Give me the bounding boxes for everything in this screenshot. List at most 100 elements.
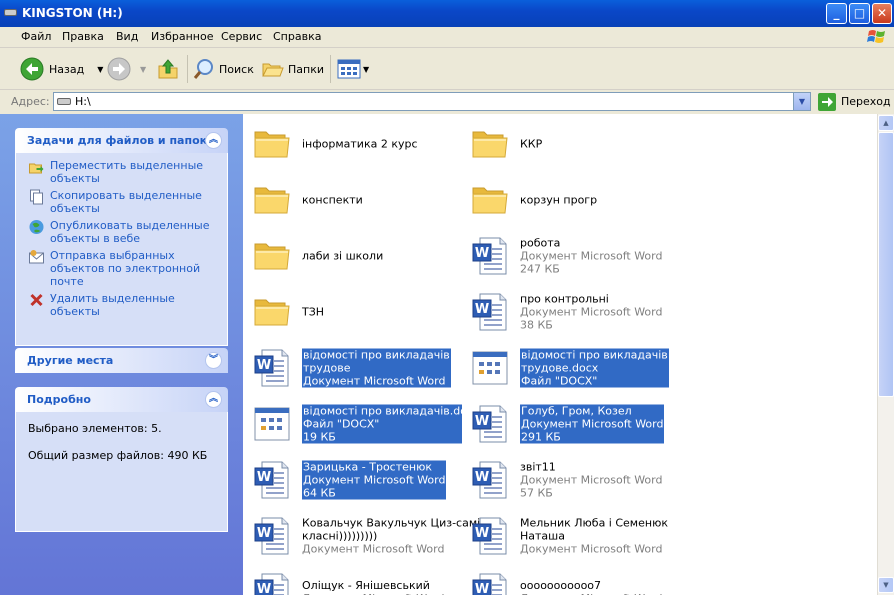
svg-text:W: W — [475, 526, 489, 541]
vertical-scrollbar[interactable]: ▲ ▼ — [877, 114, 894, 595]
folder-icon — [252, 124, 292, 164]
file-size: 19 КБ — [303, 430, 336, 444]
file-item[interactable]: Wвідомості про викладачів трудове Документ… — [246, 342, 456, 394]
expand-chevron-icon[interactable]: ︾ — [205, 352, 222, 369]
task-email[interactable]: Отправка выбранных объектов по электронн… — [28, 249, 219, 288]
file-label: відомості про викладачів трудове Документ … — [302, 348, 451, 388]
collapse-chevron-icon[interactable]: ︽ — [205, 132, 222, 149]
svg-text:W: W — [475, 582, 489, 595]
scroll-down-button[interactable]: ▼ — [878, 577, 894, 593]
scroll-thumb[interactable] — [878, 132, 894, 397]
address-dropdown-button[interactable]: ▼ — [793, 93, 810, 110]
collapse-chevron-icon[interactable]: ︽ — [205, 391, 222, 408]
menu-tools[interactable]: Сервис — [221, 30, 262, 43]
folder-item[interactable]: інформатика 2 курс — [246, 118, 456, 170]
file-item[interactable]: Wробота Документ Microsoft Word 247 КБ — [464, 230, 674, 282]
views-dropdown-icon[interactable]: ▼ — [363, 65, 369, 74]
svg-text:W: W — [475, 302, 489, 317]
file-label: ооооооооооо7Документ Microsoft Word — [520, 579, 662, 595]
docx-file-icon — [252, 404, 292, 444]
file-type: Документ Microsoft Word — [303, 473, 446, 487]
menu-help[interactable]: Справка — [273, 30, 321, 43]
task-pane: Задачи для файлов и папок ︽ Переместить … — [0, 114, 243, 595]
folder-item[interactable]: ТЗН — [246, 286, 456, 338]
close-button[interactable]: ✕ — [872, 3, 892, 24]
file-name-line2: Наташа — [520, 529, 565, 543]
file-label: інформатика 2 курс — [302, 138, 418, 151]
search-button[interactable]: Поиск — [192, 56, 254, 82]
folder-icon — [252, 236, 292, 276]
word-document-icon: W — [470, 292, 510, 332]
svg-text:W: W — [475, 470, 489, 485]
task-move-label: Переместить выделенные объекты — [50, 159, 204, 185]
delete-icon — [30, 293, 43, 307]
back-arrow-icon — [20, 57, 44, 81]
file-type: Документ Microsoft Word — [521, 417, 664, 431]
word-document-icon: W — [470, 572, 510, 595]
task-email-label: Отправка выбранных объектов по электронн… — [50, 249, 201, 288]
go-button[interactable]: Переход — [818, 92, 891, 111]
svg-text:W: W — [257, 526, 271, 541]
title-bar[interactable]: KINGSTON (H:) _ □ ✕ — [0, 0, 894, 27]
file-name: звіт11 — [520, 460, 556, 474]
details-title: Подробно — [27, 393, 91, 406]
address-bar: Адрес: H:\ ▼ Переход — [0, 90, 894, 113]
back-button[interactable]: Назад ▼ — [20, 56, 103, 82]
file-item[interactable]: Wзвіт11 Документ Microsoft Word 57 КБ — [464, 454, 674, 506]
file-label: Голуб, Гром, Козел Документ Microsoft Wor… — [520, 404, 665, 444]
file-item[interactable]: W Голуб, Гром, Козел Документ Microsoft Wo… — [464, 398, 674, 450]
address-input[interactable]: H:\ ▼ — [53, 92, 811, 111]
forward-dropdown-icon[interactable]: ▼ — [140, 65, 146, 74]
file-label: ККР — [520, 138, 542, 151]
selected-count: Выбрано элементов: 5. — [28, 422, 162, 435]
file-size: 64 КБ — [303, 486, 336, 500]
file-item[interactable]: Wпро контрольні Документ Microsoft Word 38… — [464, 286, 674, 338]
file-label: про контрольні Документ Microsoft Word 38 … — [520, 293, 662, 332]
file-name: корзун прогр — [520, 193, 598, 207]
maximize-button[interactable]: □ — [849, 3, 870, 24]
folder-item[interactable]: корзун прогр — [464, 174, 674, 226]
task-copy[interactable]: Скопировать выделенные объекты — [28, 189, 219, 215]
file-type: Документ Microsoft Word — [520, 305, 663, 319]
forward-button[interactable]: ▼ — [107, 56, 146, 82]
scroll-up-button[interactable]: ▲ — [878, 115, 894, 131]
views-button[interactable]: ▼ — [337, 56, 369, 82]
file-type: Документ Microsoft Word — [303, 374, 446, 388]
task-delete-label: Удалить выделенные объекты — [50, 292, 175, 318]
file-item[interactable]: Wооооооооооо7Документ Microsoft Word — [464, 566, 674, 595]
file-size: 291 КБ — [521, 430, 561, 444]
folders-button[interactable]: Папки — [261, 56, 324, 82]
back-dropdown-icon[interactable]: ▼ — [97, 65, 103, 74]
file-item[interactable]: відомості про викладачів трудове.docx Файл… — [464, 342, 674, 394]
minimize-button[interactable]: _ — [826, 3, 847, 24]
details-panel: Подробно ︽ Выбрано элементов: 5. Общий р… — [15, 387, 228, 532]
task-delete[interactable]: Удалить выделенные объекты — [28, 292, 219, 318]
back-label: Назад — [49, 62, 85, 76]
file-name: про контрольні — [520, 292, 609, 306]
folder-item[interactable]: конспекти — [246, 174, 456, 226]
task-move[interactable]: Переместить выделенные объекты — [28, 159, 219, 185]
file-label: Оліщук - ЯнішевськийДокумент Microsoft W… — [302, 579, 444, 595]
file-item[interactable]: відомості про викладачів.docx Файл "DOCX"… — [246, 398, 480, 450]
menu-view[interactable]: Вид — [116, 30, 138, 43]
folder-item[interactable]: лаби зі школи — [246, 230, 456, 282]
up-folder-button[interactable] — [156, 56, 180, 82]
file-list[interactable]: інформатика 2 курс ККР конспекти корзун про… — [243, 114, 877, 595]
file-tasks-header[interactable]: Задачи для файлов и папок ︽ — [15, 128, 228, 153]
file-item[interactable]: W Ковальчук Вакульчук Циз-самі класні)))))… — [246, 510, 480, 562]
menu-edit[interactable]: Правка — [62, 30, 104, 43]
other-places-header[interactable]: Другие места ︾ — [15, 348, 228, 373]
address-label: Адрес: — [11, 95, 50, 108]
file-item[interactable]: W Зарицька - Тростенюк Документ Microsoft … — [246, 454, 456, 506]
details-header[interactable]: Подробно ︽ — [15, 387, 228, 412]
menu-file[interactable]: Файл — [21, 30, 51, 43]
file-item[interactable]: W Мельник Люба і Семенюк Наташа Документ Mi… — [464, 510, 674, 562]
file-item[interactable]: W Оліщук - ЯнішевськийДокумент Microsoft … — [246, 566, 456, 595]
svg-text:W: W — [475, 246, 489, 261]
window-title: KINGSTON (H:) — [22, 6, 123, 20]
file-name: робота — [520, 236, 561, 250]
menu-favorites[interactable]: Избранное — [151, 30, 213, 43]
file-type: Документ Microsoft Word — [520, 542, 663, 556]
task-publish[interactable]: Опубликовать выделенные объекты в вебе — [28, 219, 219, 245]
folder-item[interactable]: ККР — [464, 118, 674, 170]
